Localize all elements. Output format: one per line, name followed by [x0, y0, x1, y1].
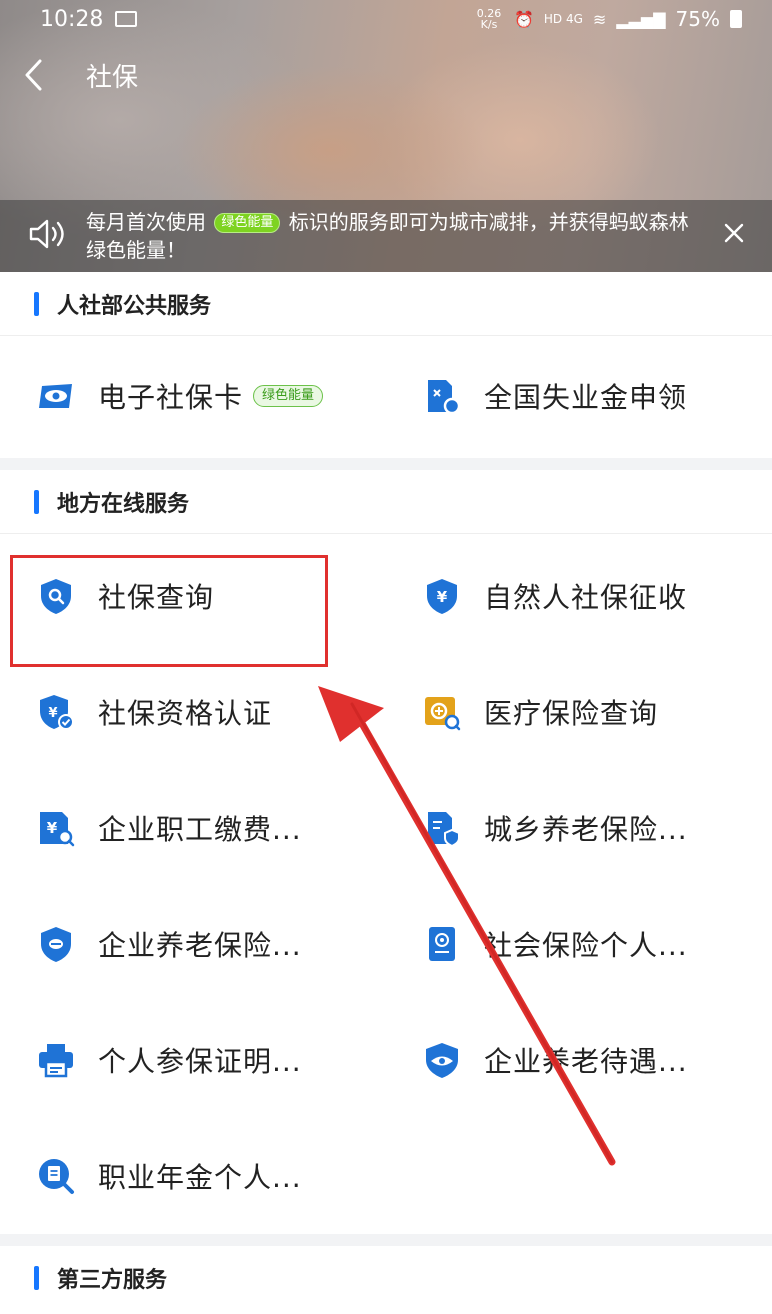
svg-text:¥: ¥: [47, 819, 58, 837]
battery-percent: 75%: [675, 7, 720, 31]
section-title: 人社部公共服务: [57, 293, 212, 319]
service-label: 企业职工缴费...: [98, 813, 302, 846]
service-label: 电子社保卡: [98, 381, 244, 414]
status-time: 10:28: [40, 6, 104, 32]
speaker-icon: [28, 218, 70, 254]
service-electronic-card[interactable]: 电子社保卡 绿色能量: [0, 336, 386, 456]
section-title: 地方在线服务: [57, 491, 190, 517]
wifi-icon: ≋: [592, 9, 607, 29]
page-title: 社保: [86, 62, 139, 93]
notice-text-before: 每月首次使用: [86, 210, 206, 234]
section-title: 第三方服务: [57, 1268, 168, 1293]
doc-search-icon: [36, 1156, 76, 1196]
section-header: 地方在线服务: [0, 470, 772, 534]
service-label: 社会保险个人...: [484, 929, 688, 962]
service-social-security-query[interactable]: 社保查询: [0, 538, 386, 654]
service-label: 社保查询: [98, 581, 215, 614]
section-header: 人社部公共服务: [0, 272, 772, 336]
service-label: 个人参保证明...: [98, 1045, 302, 1078]
medical-search-icon: [422, 692, 462, 732]
eye-card-icon: [36, 376, 76, 416]
image-notification-icon: [115, 11, 138, 27]
signal-label: HD 4G: [543, 12, 583, 26]
svg-text:¥: ¥: [48, 706, 57, 721]
back-button[interactable]: [22, 50, 82, 100]
green-energy-tag: 绿色能量: [214, 213, 281, 233]
service-occupational-annuity[interactable]: 职业年金个人...: [0, 1118, 386, 1234]
service-insurance-certificate[interactable]: 个人参保证明...: [0, 1002, 386, 1118]
service-label: 自然人社保征收: [484, 581, 688, 614]
status-bar: 10:28 0.26 K/s ⏰ HD 4G ≋ ▂▃▅▇ 75%: [0, 0, 772, 38]
service-medical-insurance-query[interactable]: 医疗保险查询: [386, 654, 772, 770]
service-enterprise-payment[interactable]: ¥ 企业职工缴费...: [0, 770, 386, 886]
alarm-icon: ⏰: [513, 9, 534, 29]
printer-icon: [36, 1040, 76, 1080]
battery-icon: [730, 10, 742, 28]
service-label: 社保资格认证: [98, 697, 273, 730]
service-label: 全国失业金申领: [484, 381, 688, 414]
service-label: 医疗保险查询: [484, 697, 659, 730]
service-qualification-certification[interactable]: ¥ 社保资格认证: [0, 654, 386, 770]
yen-search-icon: ¥: [36, 808, 76, 848]
service-label: 职业年金个人...: [98, 1161, 302, 1194]
notice-text: 每月首次使用 绿色能量 标识的服务即可为城市减排，并获得蚂蚁森林绿色能量！: [86, 208, 706, 264]
service-label: 城乡养老保险...: [484, 813, 688, 846]
section-accent-bar: [34, 489, 39, 514]
service-social-insurance-personal[interactable]: 社会保险个人...: [386, 886, 772, 1002]
section-public-services: 人社部公共服务 电子社保卡 绿色能量 全国失业金申领: [0, 272, 772, 458]
service-enterprise-pension-benefit[interactable]: 企业养老待遇...: [386, 1002, 772, 1118]
nav-bar: 社保: [0, 50, 772, 100]
shield-search-icon: [36, 576, 76, 616]
service-enterprise-pension[interactable]: 企业养老保险...: [0, 886, 386, 1002]
section-third-party-services: 第三方服务: [0, 1246, 772, 1314]
close-icon: [724, 223, 744, 243]
id-card-icon: [422, 924, 462, 964]
section-accent-bar: [34, 1266, 39, 1290]
document-coin-icon: [422, 376, 462, 416]
header-banner: 10:28 0.26 K/s ⏰ HD 4G ≋ ▂▃▅▇ 75% 社保 每月首…: [0, 0, 772, 272]
close-notice-button[interactable]: [722, 221, 752, 251]
svg-text:¥: ¥: [437, 588, 448, 606]
service-label: 企业养老保险...: [98, 929, 302, 962]
document-shield-icon: [422, 808, 462, 848]
status-indicators: 0.26 K/s ⏰ HD 4G ≋ ▂▃▅▇ 75%: [474, 7, 742, 31]
service-urban-rural-pension[interactable]: 城乡养老保险...: [386, 770, 772, 886]
section-header: 第三方服务: [0, 1246, 772, 1310]
service-label: 企业养老待遇...: [484, 1045, 688, 1078]
service-natural-person-collection[interactable]: ¥ 自然人社保征收: [386, 538, 772, 654]
cell-signal-icon: ▂▃▅▇: [616, 9, 666, 29]
net-speed: 0.26 K/s: [476, 7, 502, 31]
chevron-left-icon: [25, 59, 42, 91]
section-local-services: 地方在线服务 社保查询 ¥ 自然人社保征收 ¥ 社保资格认证 医疗保险查询 ¥ …: [0, 470, 772, 1234]
green-energy-badge: 绿色能量: [253, 385, 324, 407]
section-accent-bar: [34, 291, 39, 316]
shield-yen-icon: ¥: [422, 576, 462, 616]
shield-minus-icon: [36, 924, 76, 964]
notice-bar: 每月首次使用 绿色能量 标识的服务即可为城市减排，并获得蚂蚁森林绿色能量！: [0, 200, 772, 272]
shield-check-icon: ¥: [36, 692, 76, 732]
service-unemployment-benefit[interactable]: 全国失业金申领: [386, 336, 772, 456]
shield-eye-icon: [422, 1040, 462, 1080]
